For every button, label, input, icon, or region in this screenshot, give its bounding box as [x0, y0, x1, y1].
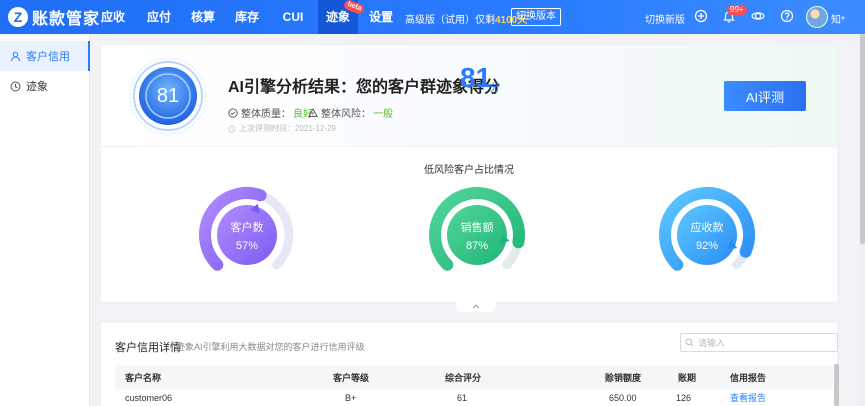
switch-new-version-link[interactable]: 切换新版 — [645, 11, 685, 26]
score-ring-value: 81 — [157, 85, 179, 107]
user-avatar[interactable] — [806, 6, 828, 28]
last-eval-text: 上次评测时间：2021-12-29 — [239, 124, 336, 133]
score-ring: 81 — [129, 57, 207, 135]
gauge-label: 销售额 — [461, 220, 494, 234]
gauge-percent: 92% — [696, 240, 718, 252]
view-report-link[interactable]: 查看报告 — [730, 389, 766, 406]
col-header-score[interactable]: 综合评分 — [445, 365, 481, 389]
score-unit: 分 — [490, 83, 500, 94]
gauge-label: 应收款 — [691, 220, 724, 234]
notification-badge: 99+ — [727, 5, 747, 15]
cloud-service-icon[interactable] — [751, 9, 765, 23]
clock-icon — [10, 81, 21, 91]
app-name: 账款管家 — [32, 11, 101, 28]
nav-signs-label: 迹象 — [325, 10, 350, 24]
switch-version-button[interactable]: 切换版本 — [511, 8, 561, 26]
gauge-center — [447, 205, 507, 265]
nav-cui[interactable]: CUI — [276, 0, 310, 34]
plus-circle-icon[interactable] — [694, 9, 708, 23]
nav-inventory[interactable]: 库存 — [230, 0, 264, 34]
app-logo[interactable]: Z 账款管家 — [8, 6, 100, 28]
gauge-percent: 57% — [236, 240, 258, 252]
risk-value: 一般 — [373, 109, 393, 120]
customer-credit-detail-panel: 客户信用详情 迹象AI引擎利用大数据对您的客户进行信用评级 客户名称 客户等级 … — [101, 323, 838, 406]
page-scrollbar[interactable] — [860, 34, 865, 406]
col-header-credit-report[interactable]: 信用报告 — [730, 365, 766, 389]
gauge-sales: 销售额 87% — [429, 187, 525, 271]
nav-settings[interactable]: 设置 — [364, 0, 398, 34]
gauge-label: 客户数 — [231, 220, 264, 234]
table-scrollbar[interactable] — [834, 364, 839, 406]
table-title: 客户信用详情 — [115, 342, 181, 354]
sidebar: 客户信用 迹象 — [0, 34, 90, 406]
col-header-credit-limit[interactable]: 赊销额度 — [605, 365, 641, 389]
cell-customer-level: B+ — [345, 392, 357, 403]
warning-icon — [308, 107, 318, 117]
last-eval-time: 上次评测时间：2021-12-29 — [228, 123, 336, 134]
col-header-customer-level[interactable]: 客户等级 — [333, 365, 369, 389]
gauge-percent: 87% — [466, 240, 488, 252]
search-input[interactable] — [698, 337, 828, 348]
cell-customer-name: customer06 — [125, 392, 173, 403]
page-scrollbar-thumb[interactable] — [860, 34, 865, 244]
chevron-up-icon — [472, 304, 480, 309]
user-icon — [11, 51, 20, 61]
gauge-panel-title: 低风险客户占比情况 — [424, 165, 514, 176]
gauge-center — [217, 205, 277, 265]
sidebar-item-customer-credit[interactable]: 客户信用 — [0, 41, 90, 71]
nav-accounting[interactable]: 核算 — [186, 0, 220, 34]
nav-payable[interactable]: 应付 — [142, 0, 176, 34]
collapse-toggle[interactable] — [456, 300, 496, 312]
overall-risk: 整体风险： 一般 — [308, 105, 393, 120]
sidebar-item-label: 迹象 — [26, 81, 48, 93]
cell-term: 126 — [676, 392, 692, 403]
top-navbar: Z 账款管家 应收 应付 核算 库存 CUI 迹象 beta 设置 高级版（试用… — [0, 0, 865, 34]
gauge-center — [677, 205, 737, 265]
score-value: 81 — [460, 62, 492, 93]
version-text: 高级版（试用）仅剩 — [405, 15, 495, 26]
cell-credit-limit: 650.00 — [609, 392, 637, 403]
search-box[interactable] — [680, 333, 838, 352]
gauge-receivable: 应收款 92% — [659, 187, 755, 271]
risk-label: 整体风险： — [321, 109, 371, 120]
overall-quality: 整体质量： 良好 — [228, 105, 313, 120]
table-subtitle: 迹象AI引擎利用大数据对您的客户进行信用评级 — [176, 342, 365, 352]
version-info: 高级版（试用）仅剩4100天 — [405, 11, 527, 26]
table-row: customer06 B+ 61 650.00 126 查看报告 — [115, 389, 833, 406]
ai-evaluate-button[interactable]: AI评测 — [724, 81, 806, 111]
nav-receivable[interactable]: 应收 — [96, 0, 130, 34]
username[interactable]: 知* — [831, 11, 845, 26]
check-circle-icon — [228, 107, 238, 118]
col-header-term[interactable]: 账期 — [678, 365, 696, 389]
search-icon — [685, 338, 694, 347]
col-header-customer-name[interactable]: 客户名称 — [125, 365, 161, 389]
sidebar-item-signs[interactable]: 迹象 — [0, 71, 90, 101]
low-risk-ratio-panel: 低风险客户占比情况 客户数 57% 销售额 87% 应收款 92% — [101, 147, 837, 302]
sidebar-item-label: 客户信用 — [26, 51, 70, 63]
cell-score: 61 — [457, 392, 468, 403]
table-header: 客户名称 客户等级 综合评分 赊销额度 账期 信用报告 — [115, 365, 833, 389]
help-icon[interactable] — [780, 9, 794, 23]
quality-label: 整体质量： — [241, 109, 291, 120]
nav-signs[interactable]: 迹象 beta — [318, 0, 366, 34]
score-card: 81 AI引擎分析结果：您的客户群迹象得分 81 分 整体质量： 良好 整体风险… — [101, 45, 837, 147]
gauge-customer-count: 客户数 57% — [199, 187, 294, 271]
logo-mark: Z — [8, 7, 28, 27]
clock-icon — [228, 124, 236, 133]
